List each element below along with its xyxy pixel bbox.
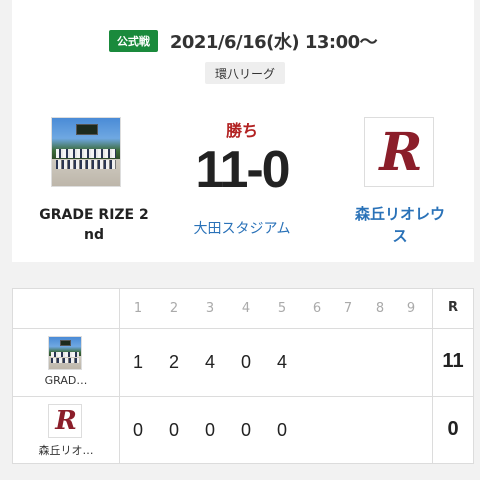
inning-run: 2 <box>168 352 179 372</box>
inning-run: 0 <box>168 420 179 440</box>
runs-total-header: R <box>447 300 458 315</box>
players-row-graphic <box>56 160 116 169</box>
table-row: R 森丘リオ… 0 0 0 0 0 0 <box>13 398 473 465</box>
away-team-mini-logo[interactable]: R <box>48 404 82 438</box>
match-datetime: 2021/6/16(水) 13:00〜 <box>169 32 378 53</box>
final-score: 11-0 <box>195 141 290 199</box>
inning-header: 2 <box>169 301 179 316</box>
inning-header: 8 <box>375 301 385 316</box>
home-team-photo[interactable] <box>51 117 121 187</box>
inning-run: 1 <box>132 352 143 372</box>
inning-header: 4 <box>241 301 251 316</box>
r-logo-icon: R <box>379 121 422 183</box>
away-team-logo[interactable]: R <box>364 117 434 187</box>
inning-header: 1 <box>133 301 143 316</box>
inning-header: 7 <box>343 301 353 316</box>
runs-total: 11 <box>442 350 464 372</box>
inning-run: 0 <box>240 420 251 440</box>
official-game-badge: 公式戦 <box>108 30 158 52</box>
inning-run: 0 <box>240 352 251 372</box>
league-tag[interactable]: 環八リーグ <box>205 62 285 84</box>
match-header: 公式戦 2021/6/16(水) 13:00〜 <box>12 28 474 54</box>
home-team-name[interactable]: GRADE RIZE 2 nd <box>24 205 164 245</box>
table-row: GRAD… 1 2 4 0 4 11 <box>13 330 473 397</box>
r-logo-icon: R <box>55 406 77 436</box>
match-card: 公式戦 2021/6/16(水) 13:00〜 環八リーグ GRADE RIZE… <box>12 0 474 262</box>
scoreboard-table: 1 2 3 4 5 6 7 8 9 R GRAD… 1 2 4 0 4 11 R… <box>12 288 474 464</box>
inning-run: 0 <box>276 420 287 440</box>
away-team-name[interactable]: 森丘リオレウ ス <box>336 203 464 247</box>
team-photo-image <box>52 118 120 186</box>
venue-link[interactable]: 大田スタジアム <box>162 218 322 238</box>
inning-run: 0 <box>132 420 143 440</box>
runs-total: 0 <box>447 418 459 440</box>
scoreboard-graphic <box>76 124 98 135</box>
players-row-graphic <box>56 149 116 158</box>
inning-run: 4 <box>204 352 215 372</box>
home-team-mini-photo[interactable] <box>48 336 82 370</box>
scoreboard-header-row: 1 2 3 4 5 6 7 8 9 R <box>13 289 473 329</box>
row-team-name[interactable]: 森丘リオ… <box>17 442 115 458</box>
inning-header: 6 <box>312 301 322 316</box>
inning-header: 9 <box>406 301 416 316</box>
row-team-name[interactable]: GRAD… <box>17 374 115 387</box>
inning-run: 4 <box>276 352 287 372</box>
inning-run: 0 <box>204 420 215 440</box>
match-result: 勝ち <box>225 121 258 140</box>
inning-header: 3 <box>205 301 215 316</box>
inning-header: 5 <box>277 301 287 316</box>
